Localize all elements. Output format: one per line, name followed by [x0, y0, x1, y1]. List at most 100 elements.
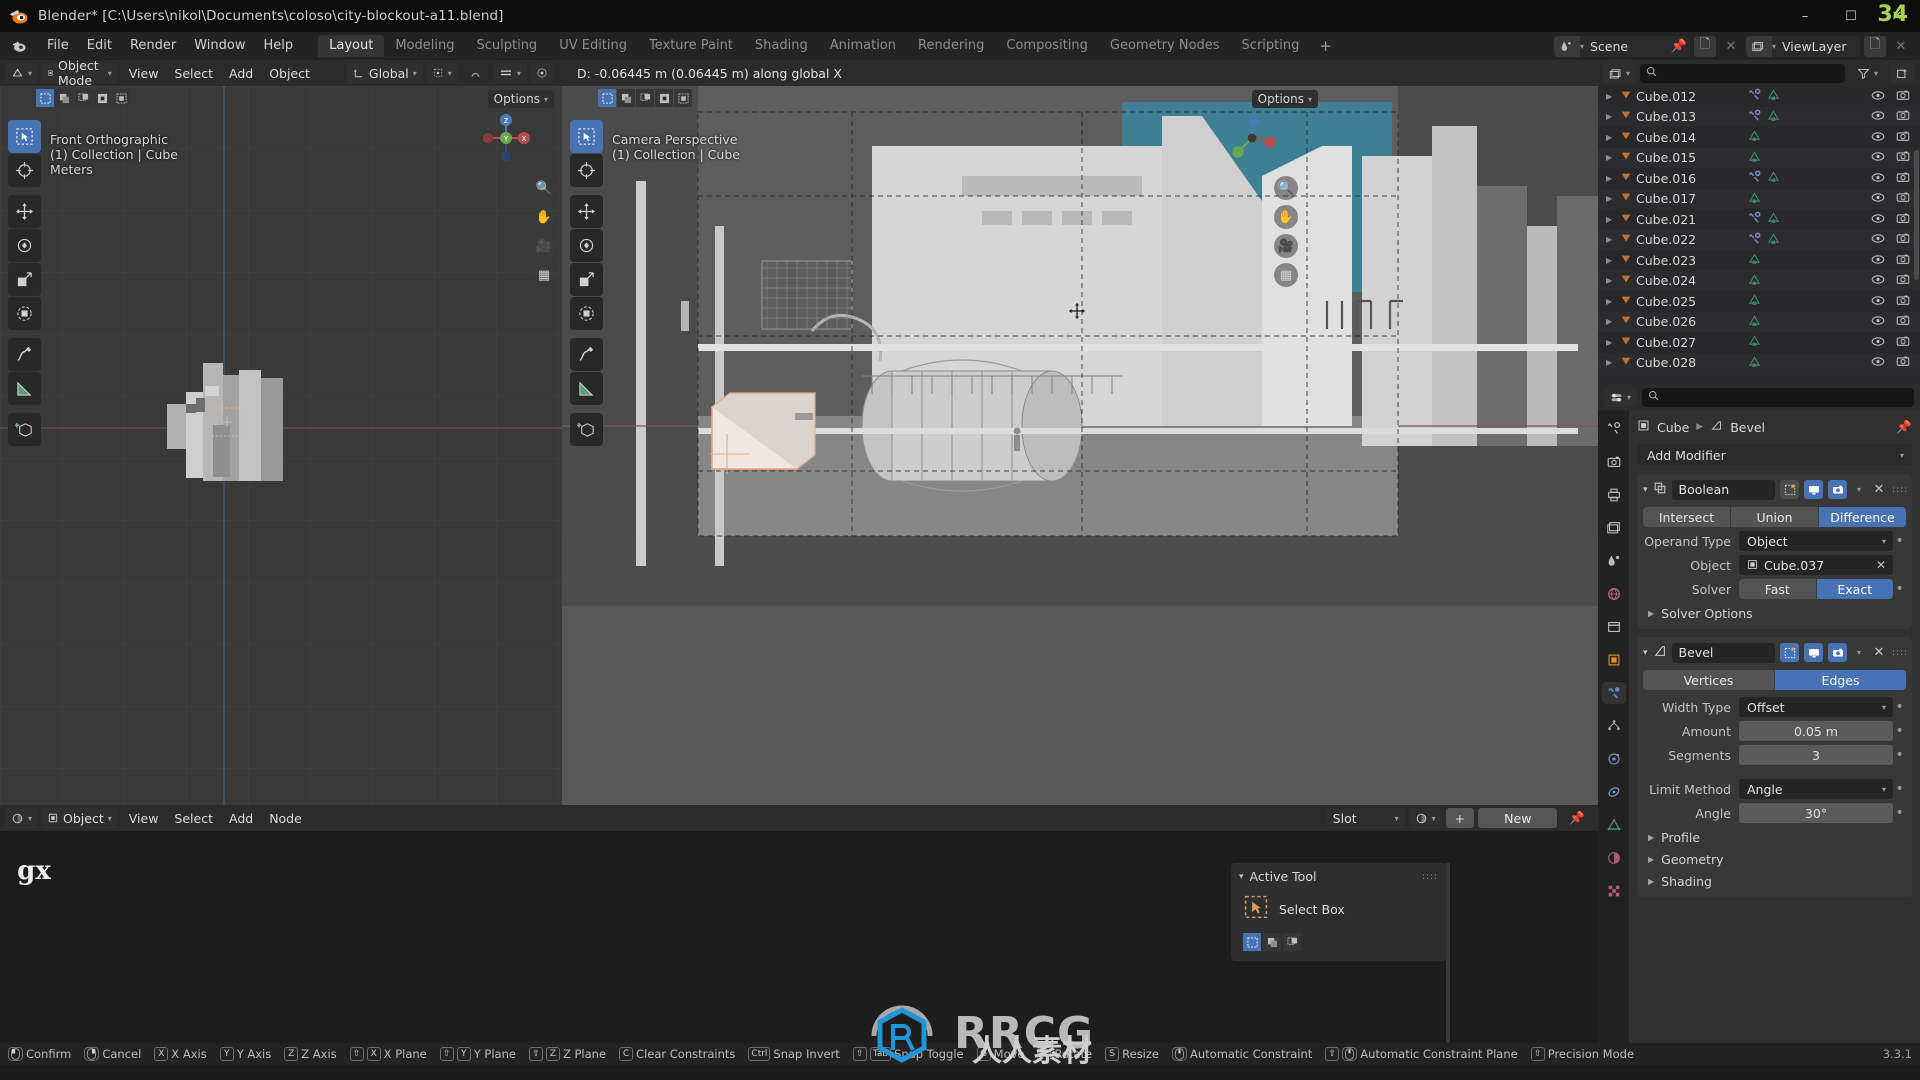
zoom-icon[interactable]: 🔍 [1274, 176, 1298, 200]
eye-visibility-icon[interactable] [1871, 89, 1885, 104]
viewport-menu-object[interactable]: Object [261, 63, 318, 83]
blender-menu-icon[interactable] [6, 33, 32, 59]
amount-animate-dot[interactable]: • [1893, 724, 1906, 738]
tab-particles[interactable] [1602, 715, 1626, 737]
camera-render-icon[interactable] [1896, 294, 1910, 309]
shader-menu-view[interactable]: View [121, 808, 167, 828]
tool-rotate-icon[interactable] [8, 229, 41, 262]
workspace-tab-rendering[interactable]: Rendering [907, 35, 995, 57]
render-display-icon[interactable] [1828, 480, 1847, 499]
snap-target-dropdown[interactable]: ▾ [492, 63, 527, 83]
boolean-op-difference[interactable]: Difference [1819, 507, 1906, 527]
zoom-icon[interactable]: 🔍 [532, 176, 556, 200]
viewport-left-options-button[interactable]: Options ▾ [487, 90, 554, 108]
mesh-data-icon[interactable] [1767, 109, 1780, 125]
mesh-data-icon[interactable] [1767, 170, 1780, 186]
menu-file[interactable]: File [38, 35, 78, 57]
camera-render-icon[interactable] [1896, 109, 1910, 124]
shader-menu-node[interactable]: Node [261, 808, 310, 828]
boolean-grip-icon[interactable]: :::: [1892, 485, 1907, 495]
pan-hand-icon[interactable]: ✋ [1274, 205, 1298, 229]
select-extend-icon[interactable] [1263, 933, 1281, 951]
outliner-row[interactable]: ▶ Cube.013 [1598, 106, 1920, 127]
tab-render[interactable] [1602, 451, 1626, 473]
segments-animate-dot[interactable]: • [1893, 748, 1906, 762]
camera-render-icon[interactable] [1896, 355, 1910, 370]
mesh-data-icon[interactable] [1748, 191, 1761, 207]
tab-modifiers[interactable] [1601, 682, 1626, 704]
tool-cursor-icon[interactable] [8, 154, 41, 187]
expand-triangle-icon[interactable]: ▶ [1606, 235, 1620, 244]
outliner-new-collection-button[interactable] [1890, 63, 1915, 83]
eye-visibility-icon[interactable] [1871, 335, 1885, 350]
new-viewlayer-button[interactable]: 🗋 [1864, 35, 1886, 57]
tab-scene[interactable] [1602, 550, 1626, 572]
mesh-data-icon[interactable] [1767, 211, 1780, 227]
editor-type-button[interactable]: ▾ [5, 63, 39, 83]
wrench-modifier-icon[interactable] [1748, 109, 1761, 125]
boolean-collapse-chevron-icon[interactable]: ▾ [1643, 485, 1648, 495]
outliner-row[interactable]: ▶ Cube.014 [1598, 127, 1920, 148]
tab-world[interactable] [1602, 583, 1626, 605]
render-display-icon[interactable] [1828, 643, 1847, 662]
mesh-data-icon[interactable] [1748, 334, 1761, 350]
mesh-data-icon[interactable] [1748, 129, 1761, 145]
eye-visibility-icon[interactable] [1871, 314, 1885, 329]
add-modifier-button[interactable]: Add Modifier ▾ [1637, 444, 1912, 466]
bevel-mode-vertices[interactable]: Vertices [1643, 670, 1775, 690]
slot-dropdown[interactable]: Slot ▾ [1326, 808, 1405, 828]
tab-texture[interactable] [1602, 880, 1626, 902]
camera-render-icon[interactable] [1896, 171, 1910, 186]
bevel-collapse-chevron-icon[interactable]: ▾ [1643, 648, 1648, 658]
outliner-search-input[interactable] [1640, 63, 1845, 83]
ortho-persp-toggle-icon[interactable]: ▦ [532, 263, 556, 287]
workspace-tab-geometry-nodes[interactable]: Geometry Nodes [1099, 35, 1231, 57]
select-subtract-icon[interactable] [1283, 933, 1301, 951]
mesh-data-icon[interactable] [1748, 273, 1761, 289]
tab-collection[interactable] [1602, 616, 1626, 638]
select-set-icon[interactable] [1243, 933, 1261, 951]
tab-object[interactable] [1602, 649, 1626, 671]
tab-physics[interactable] [1602, 748, 1626, 770]
viewport-left-canvas[interactable]: Options ▾ Front Orthographic (1) Collect… [0, 86, 562, 805]
outliner-rows[interactable]: ▶ Cube.012 ▶ Cube.013 ▶ Cube.014 ▶ Cube.015 ▶ Cub… [1598, 86, 1920, 384]
maximize-button[interactable]: ☐ [1828, 0, 1874, 32]
shader-editor-canvas[interactable]: ▾ Active Tool :::: Select Box [0, 831, 1598, 1043]
select-invert-icon[interactable] [655, 89, 673, 107]
expand-triangle-icon[interactable]: ▶ [1606, 317, 1620, 326]
select-intersect-icon[interactable] [674, 89, 692, 107]
workspace-tab-scripting[interactable]: Scripting [1231, 35, 1311, 57]
material-browse-button[interactable]: ▾ [1408, 808, 1442, 828]
pin-material-icon[interactable]: 📌 [1561, 808, 1593, 828]
select-extend-icon[interactable] [55, 89, 73, 107]
boolean-extras-chevron-icon[interactable]: ▾ [1852, 485, 1866, 494]
camera-render-icon[interactable] [1896, 130, 1910, 145]
width-type-animate-dot[interactable]: • [1893, 700, 1906, 714]
breadcrumb-object-name[interactable]: Cube [1657, 420, 1689, 435]
wrench-modifier-icon[interactable] [1748, 211, 1761, 227]
expand-triangle-icon[interactable]: ▶ [1606, 276, 1620, 285]
new-material-button[interactable]: New [1478, 808, 1558, 828]
expand-triangle-icon[interactable]: ▶ [1606, 194, 1620, 203]
mesh-data-icon[interactable] [1748, 293, 1761, 309]
delete-scene-button[interactable]: ✕ [1720, 36, 1742, 57]
select-box-tool-icon[interactable] [1243, 894, 1269, 924]
workspace-tab-layout[interactable]: Layout [318, 35, 385, 57]
mesh-data-icon[interactable] [1748, 314, 1761, 330]
object-mode-dropdown[interactable]: Object Mode ▾ [41, 58, 118, 88]
expand-triangle-icon[interactable]: ▶ [1606, 92, 1620, 101]
select-subtract-icon[interactable] [74, 89, 92, 107]
expand-triangle-icon[interactable]: ▶ [1606, 215, 1620, 224]
boolean-modifier-name[interactable]: Boolean [1671, 479, 1775, 500]
properties-search-field[interactable] [1664, 390, 1908, 404]
camera-render-icon[interactable] [1896, 335, 1910, 350]
expand-triangle-icon[interactable]: ▶ [1606, 358, 1620, 367]
viewport-right-options-button[interactable]: Options ▾ [1251, 90, 1318, 108]
limit-method-animate-dot[interactable]: • [1893, 782, 1906, 796]
expand-triangle-icon[interactable]: ▶ [1606, 297, 1620, 306]
camera-render-icon[interactable] [1896, 89, 1910, 104]
outliner-row[interactable]: ▶ Cube.024 [1598, 270, 1920, 291]
camera-view-icon[interactable]: 🎥 [1274, 234, 1298, 258]
select-subtract-icon[interactable] [636, 89, 654, 107]
bevel-grip-icon[interactable]: :::: [1892, 648, 1907, 658]
